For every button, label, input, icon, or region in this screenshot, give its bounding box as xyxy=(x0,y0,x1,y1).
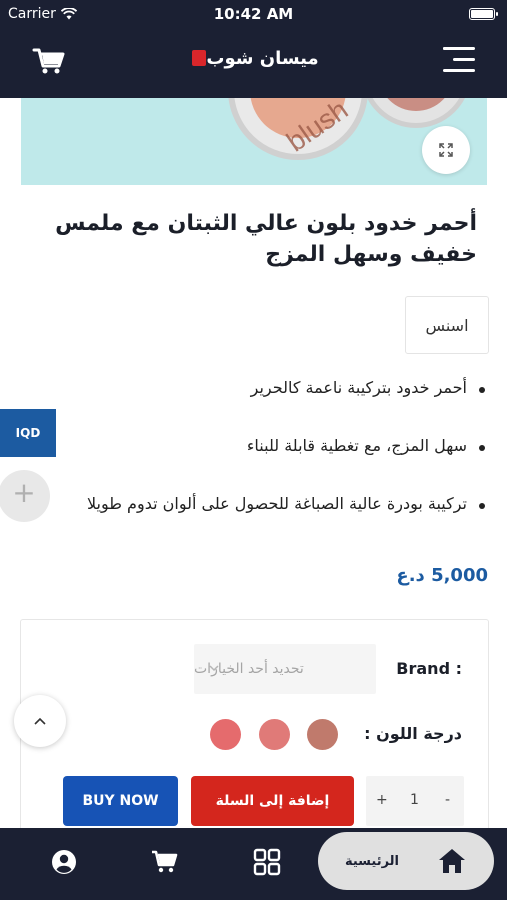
quantity-stepper: - 1 + xyxy=(366,776,464,826)
brand-chip[interactable]: اسنس xyxy=(405,296,489,354)
blush-compact-secondary xyxy=(361,98,471,128)
brand-chip-label: اسنس xyxy=(425,315,469,335)
currency-label: IQD xyxy=(15,426,41,440)
clock: 10:42 AM xyxy=(213,5,294,23)
product-title: أحمر خدود بلون عالي الثبتان مع ملمس خفيف… xyxy=(55,211,477,267)
menu-icon[interactable] xyxy=(443,45,475,75)
product-image[interactable]: blush xyxy=(21,98,487,185)
quantity-plus-button[interactable]: + xyxy=(376,792,388,808)
expand-button[interactable] xyxy=(422,126,470,174)
account-icon xyxy=(52,850,76,874)
brand-select[interactable]: تحديد أحد الخيارات xyxy=(194,644,376,694)
add-to-cart-label: إضافة إلى السلة xyxy=(215,793,330,809)
chevron-up-icon xyxy=(34,717,46,725)
feature-list: أحمر خدود بتركيبة ناعمة كالحرير سهل المز… xyxy=(45,378,485,552)
add-to-cart-button[interactable]: إضافة إلى السلة xyxy=(191,776,354,826)
plus-button[interactable]: + xyxy=(0,470,50,522)
bottom-navigation: الرئيسية xyxy=(0,828,507,900)
nav-cart[interactable] xyxy=(151,848,179,876)
brand-name: ميسان شوب xyxy=(206,48,319,69)
scroll-to-top-button[interactable] xyxy=(14,695,66,747)
feature-item: سهل المزج، مع تغطية قابلة للبناء xyxy=(45,436,485,494)
buy-now-label: BUY NOW xyxy=(82,793,159,809)
nav-account[interactable] xyxy=(50,848,78,876)
nav-home-label: الرئيسية xyxy=(344,853,400,869)
app-header: ميسان شوب xyxy=(0,28,507,98)
brand-option-label: Brand : xyxy=(396,659,462,678)
expand-icon xyxy=(439,143,453,157)
chevron-down-icon xyxy=(209,665,219,672)
quantity-minus-button[interactable]: - xyxy=(445,792,450,808)
brand-logo[interactable]: ميسان شوب xyxy=(0,48,507,69)
color-swatch[interactable] xyxy=(307,719,338,750)
battery-icon xyxy=(469,8,498,20)
options-card: Brand : تحديد أحد الخيارات درجة اللون : … xyxy=(20,619,489,849)
quantity-value[interactable]: 1 xyxy=(410,792,419,808)
grid-icon xyxy=(253,848,281,876)
color-swatch[interactable] xyxy=(259,719,290,750)
nav-home[interactable]: الرئيسية xyxy=(318,832,494,890)
nav-categories[interactable] xyxy=(253,848,281,876)
cart-icon xyxy=(152,850,178,873)
buy-now-button[interactable]: BUY NOW xyxy=(63,776,178,826)
feature-item: تركيبة بودرة عالية الصباغة للحصول على أل… xyxy=(45,494,485,552)
home-icon xyxy=(439,849,466,873)
shopping-bag-icon xyxy=(192,50,207,66)
color-option-label: درجة اللون : xyxy=(364,724,462,743)
color-swatch[interactable] xyxy=(210,719,241,750)
feature-item: أحمر خدود بتركيبة ناعمة كالحرير xyxy=(45,378,485,436)
status-bar: Carrier 10:42 AM xyxy=(0,0,507,28)
product-price: 5,000 د.ع xyxy=(396,565,488,586)
